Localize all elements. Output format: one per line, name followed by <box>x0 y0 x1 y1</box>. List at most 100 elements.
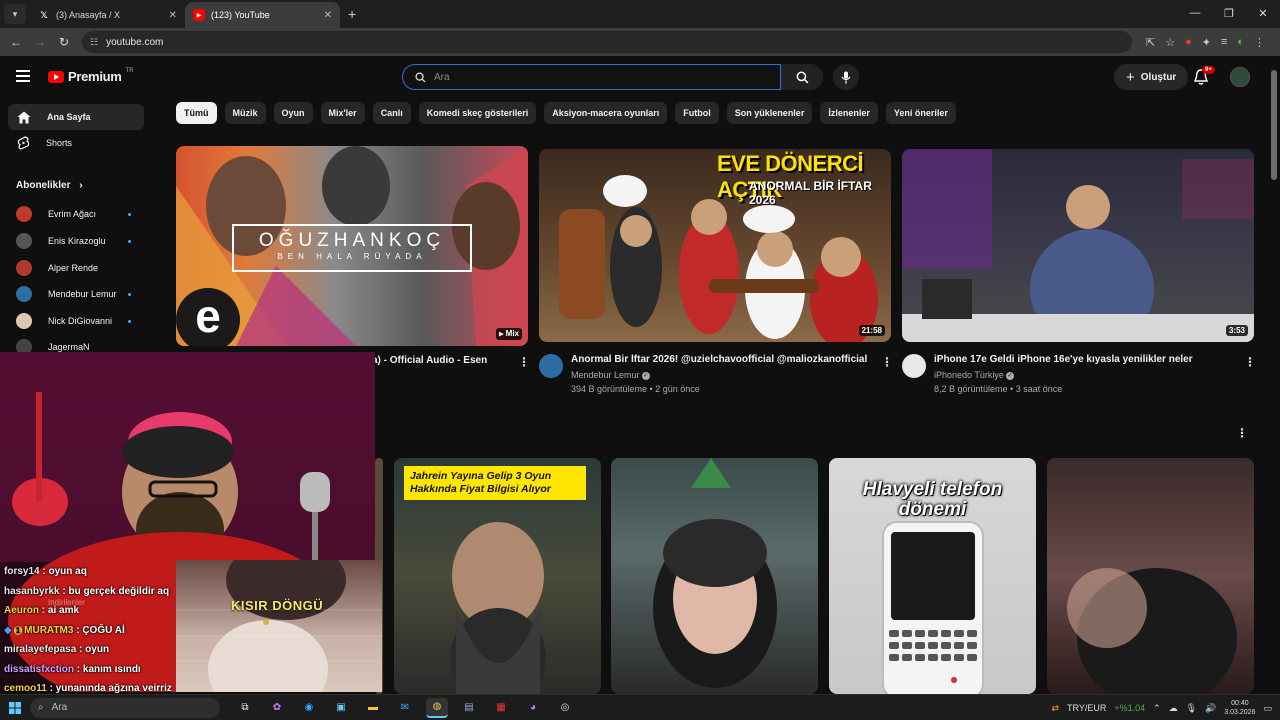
sidebar: Ana Sayfa Shorts Abonelikler › Evrim Ağa… <box>0 98 160 355</box>
video-thumbnail[interactable]: 3:53 <box>902 149 1254 342</box>
voicemeeter-icon[interactable]: ▦ <box>490 698 512 718</box>
video-info[interactable]: Anormal Bir İftar 2026! @uzielchavooffic… <box>539 354 879 400</box>
short-thumbnail[interactable] <box>611 458 818 694</box>
menu-dots-icon[interactable]: ⋮ <box>1254 36 1265 49</box>
more-options-icon[interactable]: ⋮ <box>881 355 893 369</box>
clock[interactable]: 00:40 3.03.2026 <box>1224 699 1255 717</box>
channel-name-row[interactable]: Mendebur Lemur ✓ <box>571 370 650 380</box>
sidebar-subscription[interactable]: Evrim Ağacı <box>16 206 136 222</box>
channel-avatar[interactable] <box>539 354 563 378</box>
ticker-symbol[interactable]: TRY/EUR <box>1067 703 1106 713</box>
chip-mixes[interactable]: Mix'ler <box>320 102 365 124</box>
chip-comedy[interactable]: Komedi skeç gösterileri <box>418 102 537 124</box>
short-thumbnail[interactable] <box>1047 458 1254 694</box>
notifications-icon[interactable]: ▭ <box>1263 703 1272 714</box>
chat-text: oyun aq <box>48 566 87 577</box>
close-icon[interactable]: ✕ <box>169 10 177 21</box>
media-control-icon[interactable]: ≡ <box>1221 36 1227 49</box>
copilot-icon[interactable]: ✿ <box>266 698 288 718</box>
search-button[interactable] <box>781 64 823 90</box>
short-thumbnail[interactable]: Hlavyeli telefon dönemi <box>829 458 1036 694</box>
chat-username: miralayefepasa <box>4 644 77 655</box>
more-options-icon[interactable]: ⋮ <box>518 355 530 369</box>
shorts-more-options-icon[interactable]: ⋮ <box>1236 426 1248 440</box>
video-thumbnail[interactable]: OĞUZHANKOÇ BEN HALA RÜYADA e ⫸ Mix <box>176 146 528 346</box>
sidebar-subscription[interactable]: Alper Rende <box>16 260 136 276</box>
sidebar-subscription[interactable]: Mendebur Lemur <box>16 286 136 302</box>
chrome-icon[interactable]: ◍ <box>426 697 448 718</box>
profile-icon[interactable]: ◐ <box>1237 36 1244 49</box>
tab-x[interactable]: 𝕏 (3) Anasayfa / X ✕ <box>30 2 185 28</box>
chip-watched[interactable]: İzlenenler <box>820 102 878 124</box>
sidebar-item-home[interactable]: Ana Sayfa <box>8 104 144 130</box>
video-title[interactable]: Anormal Bir İftar 2026! @uzielchavooffic… <box>571 354 867 365</box>
url-bar[interactable]: ☷ youtube.com <box>82 31 1132 53</box>
subscriptions-header[interactable]: Abonelikler › <box>16 180 83 191</box>
speaker-icon[interactable]: 🔊 <box>1205 703 1216 714</box>
mic-tray-icon[interactable]: 🎙 <box>1186 703 1197 714</box>
install-app-icon[interactable]: ⇱ <box>1146 36 1155 49</box>
video-title[interactable]: iPhone 17e Geldi iPhone 16e'ye kıyasla y… <box>934 354 1193 365</box>
search-input[interactable] <box>434 71 734 83</box>
video-info[interactable]: iPhone 17e Geldi iPhone 16e'ye kıyasla y… <box>902 354 1242 400</box>
channel-name-row[interactable]: iPhonedo Türkiye ✓ <box>934 370 1014 380</box>
menu-icon[interactable] <box>16 70 30 82</box>
gift-badge: 1 <box>13 625 23 635</box>
sidebar-subscription[interactable]: Nick DiGiovanni <box>16 313 136 329</box>
tray-overflow-icon[interactable]: ⌃ <box>1153 703 1161 714</box>
short-thumbnail[interactable]: Jahrein Yayına Gelip 3 Oyun Hakkında Fiy… <box>394 458 601 694</box>
channel-avatar <box>16 260 32 276</box>
tab-search-button[interactable]: ▾ <box>4 4 26 24</box>
chip-music[interactable]: Müzik <box>224 102 266 124</box>
search-box[interactable] <box>402 64 781 90</box>
forward-button[interactable]: → <box>28 35 52 49</box>
currency-widget-icon[interactable]: ⇄ <box>1051 703 1059 714</box>
tab-youtube[interactable]: ▶ (123) YouTube ✕ <box>185 2 340 28</box>
reload-button[interactable]: ↻ <box>52 35 76 49</box>
chat-username: MURATM3 <box>24 624 74 636</box>
maximize-button[interactable]: ❐ <box>1212 0 1246 26</box>
back-button[interactable]: ← <box>4 35 28 49</box>
extension-icon[interactable]: ● <box>1185 36 1192 49</box>
chip-new-to-you[interactable]: Yeni öneriler <box>885 102 956 124</box>
youtube-header: Premium TR + Oluştur 9+ <box>0 56 1280 98</box>
chip-gaming[interactable]: Oyun <box>273 102 313 124</box>
bookmark-star-icon[interactable]: ☆ <box>1165 36 1175 49</box>
more-options-icon[interactable]: ⋮ <box>1244 355 1256 369</box>
site-info-icon[interactable]: ☷ <box>90 37 98 48</box>
stream-card-artwork <box>176 560 382 692</box>
chip-action-adventure[interactable]: Aksiyon-macera oyunları <box>544 102 668 124</box>
create-button[interactable]: + Oluştur <box>1114 64 1189 90</box>
task-view-icon[interactable]: ⧉ <box>234 698 256 718</box>
taskbar-search[interactable]: ⌕ Ara <box>30 697 220 718</box>
video-info[interactable]: a) - Official Audio - Esen <box>372 354 532 374</box>
file-explorer-icon[interactable]: ▬ <box>362 698 384 718</box>
new-tab-button[interactable]: + <box>348 6 356 22</box>
channel-avatar[interactable] <box>902 354 926 378</box>
video-thumbnail[interactable]: EVE DÖNERCİ AÇTIK ANORMAL BİR İFTAR 2026… <box>539 149 891 342</box>
notes-icon[interactable]: ▤ <box>458 698 480 718</box>
video-title[interactable]: a) - Official Audio - Esen <box>372 355 487 366</box>
mail-icon[interactable]: ✉ <box>394 698 416 718</box>
chip-all[interactable]: Tümü <box>176 102 217 124</box>
sidebar-subscription[interactable]: Enis Kirazoglu <box>16 233 136 249</box>
youtube-premium-logo[interactable]: Premium TR <box>48 68 134 84</box>
chip-recently-uploaded[interactable]: Son yüklenenler <box>726 102 813 124</box>
sidebar-item-shorts[interactable]: Shorts <box>8 130 144 156</box>
youtube-logo-icon: ▶ <box>193 9 205 21</box>
obs-icon[interactable]: ◎ <box>554 698 576 718</box>
messenger-icon[interactable]: ◕ <box>522 698 544 718</box>
close-icon[interactable]: ✕ <box>324 10 332 21</box>
network-icon[interactable]: ☁ <box>1169 703 1178 714</box>
puzzle-icon[interactable]: ✦ <box>1202 36 1211 49</box>
chip-live[interactable]: Canlı <box>372 102 411 124</box>
chip-football[interactable]: Futbol <box>675 102 719 124</box>
store-icon[interactable]: ▣ <box>330 698 352 718</box>
account-avatar[interactable] <box>1230 67 1250 87</box>
edge-icon[interactable]: ◉ <box>298 698 320 718</box>
page-scrollbar[interactable] <box>1271 70 1277 180</box>
close-window-button[interactable]: ✕ <box>1246 0 1280 26</box>
start-button[interactable] <box>0 701 30 714</box>
minimize-button[interactable]: — <box>1178 0 1212 26</box>
voice-search-button[interactable] <box>833 64 859 90</box>
